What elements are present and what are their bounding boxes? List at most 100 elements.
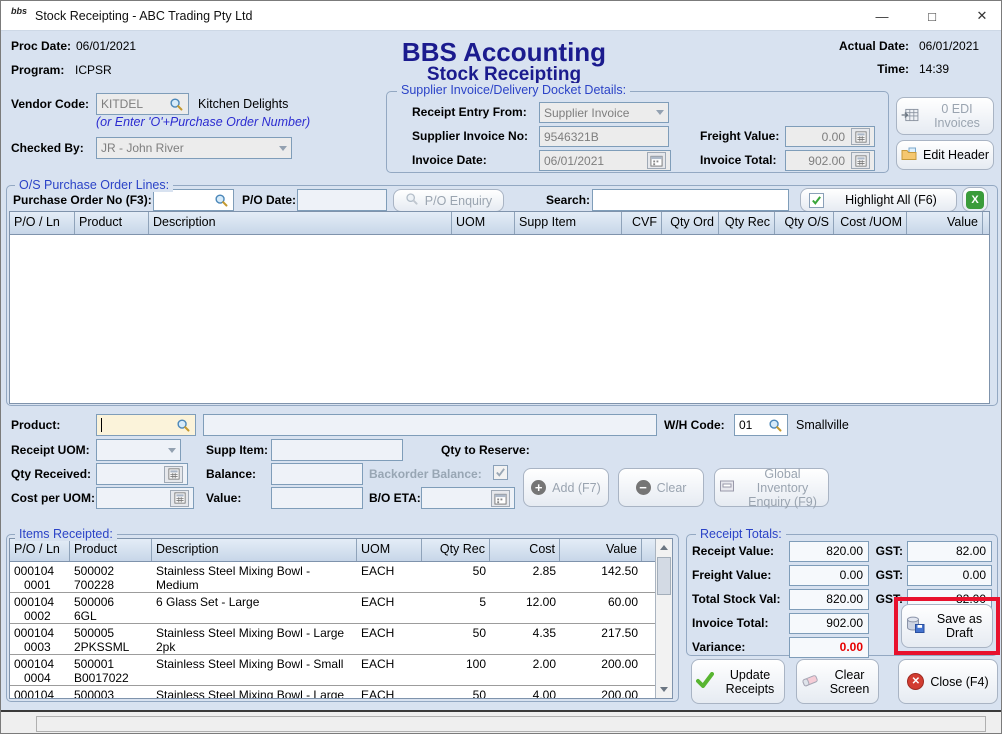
vendor-code-label: Vendor Code:	[11, 97, 89, 111]
invoice-total-field: 902.00	[789, 613, 869, 634]
total-value-field: 820.00	[789, 589, 869, 610]
window-title: Stock Receipting - ABC Trading Pty Ltd	[35, 9, 252, 23]
receipt-uom-dropdown[interactable]	[96, 439, 181, 461]
clear-screen-button[interactable]: Clear Screen	[796, 659, 879, 704]
balance-label: Balance:	[206, 467, 256, 481]
close-button[interactable]: ✕ Close (F4)	[898, 659, 998, 704]
po-date-field[interactable]	[297, 189, 387, 211]
wh-name: Smallville	[796, 418, 849, 432]
col-qty-rec: Qty Rec	[422, 539, 490, 561]
close-window-button[interactable]: ✕	[967, 5, 997, 27]
col-cost-uom: Cost /UOM	[834, 212, 907, 234]
product-description-field[interactable]	[203, 414, 657, 436]
calculator-icon[interactable]	[851, 128, 870, 145]
cost-per-uom-field[interactable]	[96, 487, 194, 509]
supp-item-label: Supp Item:	[206, 443, 268, 457]
export-excel-button[interactable]: X	[962, 187, 988, 212]
receipt-entry-from-dropdown[interactable]: Supplier Invoice	[539, 102, 669, 123]
po-date-label: P/O Date:	[242, 193, 296, 207]
items-table-row[interactable]: 0001040004 500001B0017022 Stainless Stee…	[10, 655, 655, 686]
maximize-button[interactable]: □	[917, 5, 947, 27]
freight-value-field[interactable]: 0.00	[785, 126, 875, 147]
inventory-box-icon	[719, 479, 735, 496]
po-no-field[interactable]	[153, 189, 234, 211]
supp-item-field[interactable]	[271, 439, 403, 461]
value-field[interactable]	[271, 487, 363, 509]
search-input[interactable]	[592, 189, 789, 211]
gst-value-field: 0.00	[907, 565, 992, 586]
items-table-row[interactable]: 000104 500003 Stainless Steel Mixing Bow…	[10, 686, 655, 699]
qty-received-field[interactable]	[96, 463, 188, 485]
po-search-icon[interactable]	[214, 193, 229, 208]
col-uom: UOM	[357, 539, 422, 561]
supplier-invoice-no-field[interactable]: 9546321B	[539, 126, 669, 147]
chevron-down-icon	[656, 110, 664, 115]
po-enquiry-button[interactable]: P/O Enquiry	[393, 189, 504, 212]
close-red-icon: ✕	[907, 673, 924, 690]
minimize-button[interactable]: —	[867, 5, 897, 27]
items-table-row[interactable]: 0001040001 500002700228 Stainless Steel …	[10, 562, 655, 593]
gst-value-field: 82.00	[907, 541, 992, 562]
checkbox-checked-icon	[495, 467, 506, 478]
highlight-all-button[interactable]: Highlight All (F6)	[800, 188, 957, 212]
folder-edit-icon	[901, 147, 917, 164]
edi-icon	[901, 108, 919, 125]
edi-invoices-button[interactable]: 0 EDI Invoices	[896, 97, 994, 135]
calendar-icon[interactable]	[647, 152, 666, 169]
checkbox-checked-icon[interactable]	[809, 193, 824, 208]
items-table-row[interactable]: 0001040003 5000052PKSSML Stainless Steel…	[10, 624, 655, 655]
col-qty-os: Qty O/S	[775, 212, 834, 234]
balance-field[interactable]	[271, 463, 363, 485]
checked-by-dropdown[interactable]: JR - John River	[96, 137, 292, 159]
invoice-date-field[interactable]: 06/01/2021	[539, 150, 671, 171]
supplier-details-title: Supplier Invoice/Delivery Docket Details…	[397, 83, 630, 97]
items-table-header: P/O / Ln Product Description UOM Qty Rec…	[10, 539, 672, 562]
vendor-code-field[interactable]: KITDEL	[96, 93, 189, 115]
invoice-total-field[interactable]: 902.00	[785, 150, 875, 171]
po-no-label: Purchase Order No (F3):	[13, 193, 152, 207]
calculator-icon[interactable]	[170, 490, 189, 507]
vendor-search-icon[interactable]	[169, 97, 184, 112]
variance-field: 0.00	[789, 637, 869, 658]
search-label: Search:	[546, 193, 590, 207]
app-window: bbs Stock Receipting - ABC Trading Pty L…	[0, 0, 1002, 734]
product-search-icon[interactable]	[176, 418, 191, 433]
scrollbar-thumb[interactable]	[657, 557, 671, 595]
update-receipts-button[interactable]: Update Receipts	[691, 659, 785, 704]
text-cursor	[101, 418, 102, 432]
po-lines-table: P/O / Ln Product Description UOM Supp It…	[9, 211, 990, 404]
receipt-totals-title: Receipt Totals:	[696, 527, 786, 541]
calculator-icon[interactable]	[164, 466, 183, 483]
items-table-row[interactable]: 0001040002 5000066GL 6 Glass Set - Large…	[10, 593, 655, 624]
global-inventory-button[interactable]: Global Inventory Enquiry (F9)	[714, 468, 829, 507]
backorder-balance-checkbox[interactable]	[493, 465, 508, 480]
items-scrollbar[interactable]	[655, 539, 672, 698]
col-product: Product	[75, 212, 149, 234]
chevron-down-icon	[168, 448, 176, 453]
invoice-date-label: Invoice Date:	[412, 153, 487, 167]
calendar-icon[interactable]	[491, 490, 510, 507]
add-button[interactable]: + Add (F7)	[523, 468, 609, 507]
product-code-input[interactable]	[96, 414, 196, 436]
save-as-draft-button[interactable]: Save as Draft	[901, 604, 993, 648]
receipt-entry-from-label: Receipt Entry From:	[412, 105, 527, 119]
wh-search-icon[interactable]	[768, 418, 783, 433]
clear-button[interactable]: − Clear	[618, 468, 704, 507]
po-lines-table-header: P/O / Ln Product Description UOM Supp It…	[10, 212, 989, 235]
items-table-rows: 0001040001 500002700228 Stainless Steel …	[10, 562, 655, 699]
bo-eta-field[interactable]	[421, 487, 515, 509]
qty-received-label: Qty Received:	[11, 467, 91, 481]
scroll-down-arrow[interactable]	[656, 681, 672, 698]
proc-date-value: 06/01/2021	[76, 39, 136, 53]
total-value-field: 820.00	[789, 541, 869, 562]
wh-code-field[interactable]: 01	[734, 414, 788, 436]
po-lines-table-body[interactable]	[10, 235, 989, 404]
edit-header-button[interactable]: Edit Header	[896, 140, 994, 170]
green-check-icon	[696, 672, 714, 691]
calculator-icon[interactable]	[851, 152, 870, 169]
receipt-totals-row: Receipt Value: 820.00 GST: 82.00	[692, 539, 992, 563]
items-receipted-table: P/O / Ln Product Description UOM Qty Rec…	[9, 538, 673, 699]
backorder-balance-label: Backorder Balance:	[369, 467, 482, 481]
invoice-total-label: Invoice Total:	[700, 153, 776, 167]
scroll-up-arrow[interactable]	[656, 539, 672, 556]
